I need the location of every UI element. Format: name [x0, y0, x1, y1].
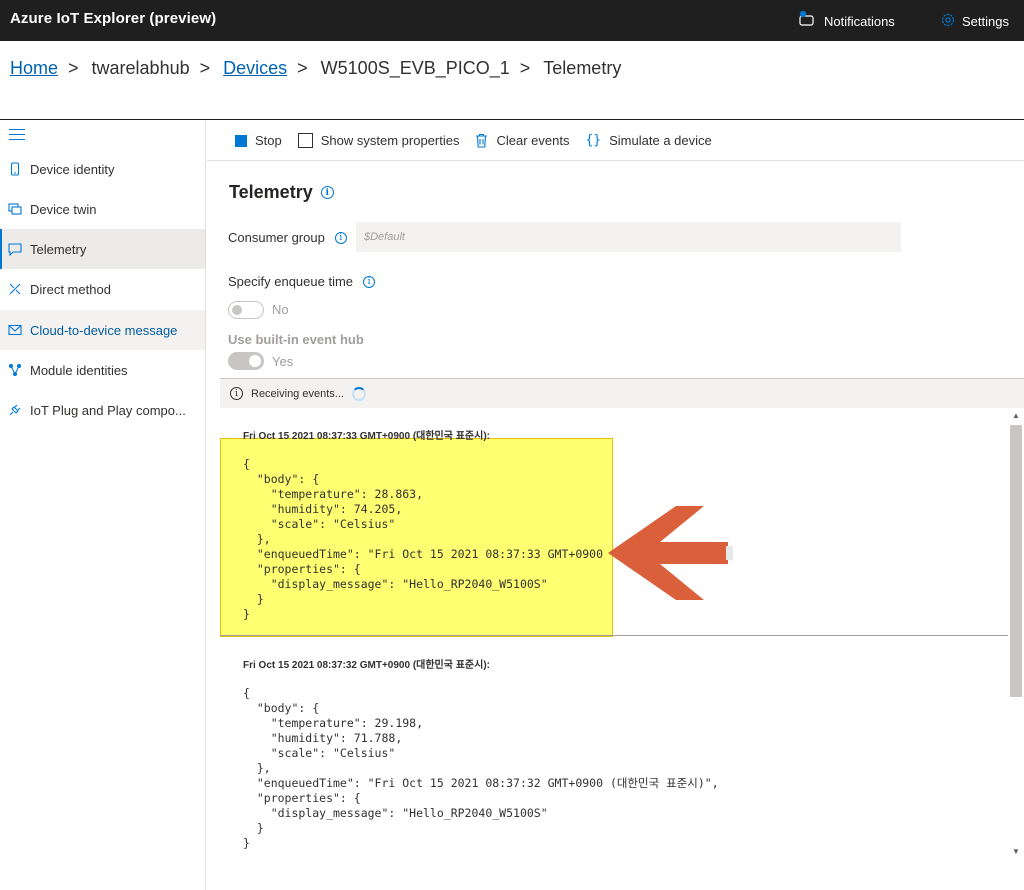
show-system-properties-checkbox[interactable]: Show system properties — [297, 133, 460, 148]
breadcrumb-hub: twarelabhub — [91, 58, 190, 78]
event-json: { "body": { "temperature": 28.863, "humi… — [243, 457, 604, 621]
sidebar-item-module-identities[interactable]: Module identities — [0, 350, 205, 390]
show-system-properties-label: Show system properties — [320, 133, 460, 148]
scrollbar-thumb[interactable] — [1010, 425, 1022, 697]
sidebar: Device identity Device twin Telemetry Di… — [0, 120, 206, 890]
consumer-group-label-text: Consumer group — [228, 230, 325, 245]
scroll-up-icon[interactable]: ▲ — [1011, 411, 1021, 421]
spinner-icon — [351, 386, 366, 401]
sidebar-item-plug-and-play[interactable]: IoT Plug and Play compo... — [0, 390, 205, 430]
breadcrumb-telemetry: Telemetry — [543, 58, 622, 78]
hamburger-menu-icon[interactable] — [9, 129, 25, 141]
sidebar-item-telemetry[interactable]: Telemetry — [0, 229, 205, 269]
bell-icon — [798, 10, 824, 33]
clear-events-label: Clear events — [496, 133, 570, 148]
enqueue-toggle-text: No — [272, 302, 289, 317]
builtin-event-hub-toggle[interactable] — [228, 352, 264, 370]
stop-label: Stop — [255, 133, 282, 148]
sidebar-item-label: Direct method — [30, 281, 111, 297]
scroll-down-icon[interactable]: ▼ — [1011, 847, 1021, 857]
arrow-annotation-icon — [608, 506, 733, 600]
sidebar-item-device-identity[interactable]: Device identity — [0, 149, 205, 189]
notifications-button[interactable]: Notifications — [798, 6, 895, 36]
breadcrumb-devices[interactable]: Devices — [223, 58, 287, 79]
sidebar-item-label: IoT Plug and Play compo... — [30, 402, 186, 418]
sidebar-item-cloud-to-device[interactable]: Cloud-to-device message — [0, 310, 205, 350]
method-icon — [8, 282, 22, 296]
builtin-event-hub-label: Use built-in event hub — [228, 332, 364, 347]
clear-events-button[interactable]: Clear events — [475, 133, 569, 148]
checkbox-icon — [297, 133, 313, 148]
events-scrollbar[interactable]: ▲ ▼ — [1008, 408, 1024, 860]
info-icon[interactable]: i — [363, 275, 376, 288]
gear-icon — [940, 12, 962, 31]
plug-icon — [8, 403, 22, 417]
modules-icon — [8, 363, 22, 377]
simulate-device-label: Simulate a device — [609, 133, 712, 148]
enqueue-time-label: Specify enqueue time i — [228, 274, 376, 289]
events-list: Fri Oct 15 2021 08:37:33 GMT+0900 (대한민국 … — [220, 408, 1008, 860]
event-timestamp: Fri Oct 15 2021 08:37:33 GMT+0900 (대한민국 … — [243, 431, 490, 442]
enqueue-time-label-text: Specify enqueue time — [228, 274, 354, 289]
page-title-text: Telemetry — [229, 182, 313, 202]
sidebar-item-device-twin[interactable]: Device twin — [0, 189, 205, 229]
status-text: Receiving events... — [251, 387, 344, 400]
page-title: Telemetry i — [229, 182, 334, 203]
breadcrumb-separator: > — [297, 58, 308, 78]
breadcrumb: Home > twarelabhub > Devices > W5100S_EV… — [10, 58, 621, 79]
breadcrumb-separator: > — [199, 58, 211, 78]
builtin-toggle-text: Yes — [272, 354, 294, 369]
event-divider — [220, 635, 1008, 636]
stop-icon — [235, 134, 247, 147]
trash-icon — [475, 133, 488, 148]
info-icon[interactable]: i — [334, 231, 347, 244]
event-timestamp: Fri Oct 15 2021 08:37:32 GMT+0900 (대한민국 … — [243, 660, 490, 671]
mail-icon — [8, 323, 22, 337]
settings-button[interactable]: Settings — [940, 6, 1009, 36]
consumer-group-input[interactable]: $Default — [356, 222, 901, 252]
sidebar-item-label: Device twin — [30, 201, 97, 217]
consumer-group-label: Consumer group i — [228, 230, 347, 245]
info-icon[interactable]: i — [320, 186, 334, 199]
breadcrumb-device: W5100S_EVB_PICO_1 — [320, 58, 510, 78]
app-title: Azure IoT Explorer (preview) — [10, 10, 217, 27]
device-icon — [8, 162, 22, 176]
braces-icon: {} — [585, 133, 602, 148]
info-icon: i — [230, 387, 243, 400]
status-bar: i Receiving events... — [220, 378, 1024, 408]
breadcrumb-home[interactable]: Home — [10, 58, 58, 79]
stop-button[interactable]: Stop — [235, 133, 282, 148]
breadcrumb-separator: > — [68, 58, 79, 78]
twin-icon — [8, 202, 22, 216]
sidebar-item-label: Telemetry — [30, 241, 87, 257]
event-json: { "body": { "temperature": 29.198, "humi… — [243, 686, 719, 850]
simulate-device-button[interactable]: {} Simulate a device — [585, 133, 711, 148]
sidebar-item-label: Cloud-to-device message — [30, 322, 178, 338]
sidebar-item-label: Module identities — [30, 362, 128, 378]
notifications-label: Notifications — [824, 13, 895, 29]
command-bar: Stop Show system properties Clear events… — [207, 121, 1024, 161]
breadcrumb-separator: > — [519, 58, 531, 78]
chat-icon — [8, 242, 22, 256]
sidebar-item-direct-method[interactable]: Direct method — [0, 269, 205, 309]
settings-label: Settings — [962, 13, 1009, 29]
enqueue-time-toggle[interactable] — [228, 301, 264, 319]
sidebar-item-label: Device identity — [30, 161, 115, 177]
title-bar: Azure IoT Explorer (preview) Notificatio… — [0, 0, 1024, 41]
